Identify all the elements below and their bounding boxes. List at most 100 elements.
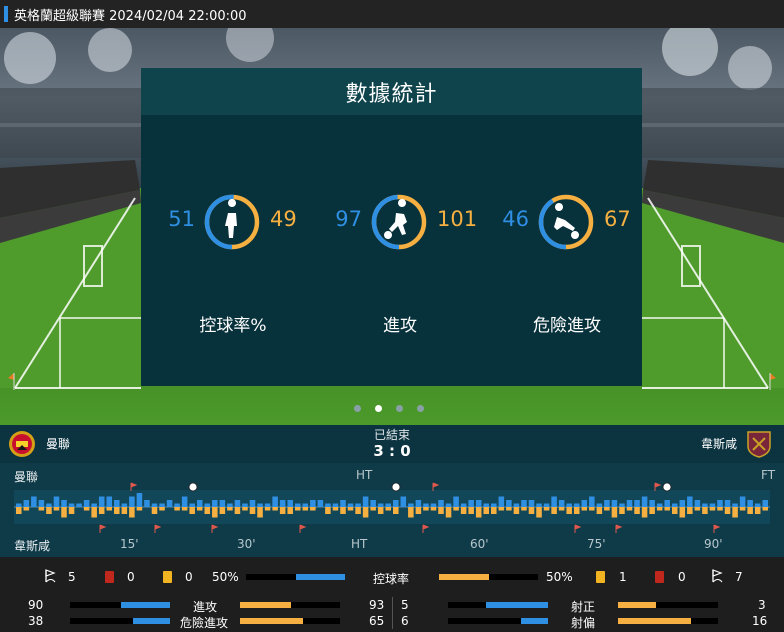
away-momentum-bar: [114, 507, 120, 514]
home-momentum-bar: [438, 500, 444, 507]
away-momentum-bar: [287, 507, 293, 514]
away-momentum-bar: [249, 507, 256, 514]
summary-divider: [392, 597, 393, 629]
home-momentum-bar: [181, 496, 188, 507]
away-shots-on-target-bar: [618, 602, 718, 608]
away-momentum-bar: [385, 507, 391, 511]
home-shots-off-target-bar: [448, 618, 548, 624]
away-momentum-bar: [279, 507, 286, 514]
attack-label: 進攻: [193, 600, 218, 614]
away-momentum-bar: [16, 507, 22, 514]
bar-fill: [618, 602, 656, 608]
away-momentum-bar: [23, 507, 30, 511]
home-possession-bar: [246, 574, 345, 580]
away-momentum-bar: [438, 507, 444, 514]
home-momentum-bar: [204, 503, 211, 507]
match-title: 英格蘭超級聯賽 2024/02/04 22:00:00: [14, 8, 247, 24]
carousel-dot[interactable]: [354, 405, 361, 412]
possession-label: 控球率: [373, 572, 410, 586]
yellow-card-icon: [596, 571, 605, 583]
dangerous-attack-label: 危險進攻: [180, 616, 229, 630]
away-momentum-bar: [641, 507, 648, 518]
away-momentum-bar: [294, 507, 301, 511]
away-momentum-bar: [264, 507, 271, 511]
goal-ball-icon: [662, 482, 672, 492]
home-momentum-bar: [558, 500, 565, 507]
home-momentum-bar: [453, 496, 459, 507]
away-momentum-bar: [325, 507, 331, 514]
home-momentum-bar: [739, 496, 746, 507]
away-momentum-bar: [234, 507, 241, 514]
away-shots-off-target-value: 16: [752, 614, 768, 628]
away-momentum-bar: [724, 507, 731, 514]
stat-attack: 97 101 進攻: [317, 193, 477, 336]
away-dangerous-attack-value: 65: [369, 614, 385, 628]
away-momentum-bar: [159, 507, 165, 511]
home-momentum-bar: [521, 500, 527, 507]
home-momentum-bar: [53, 496, 60, 507]
corner-flag-icon: [130, 482, 138, 491]
away-momentum-bar: [491, 507, 497, 514]
bar-fill: [439, 574, 489, 580]
home-momentum-bar: [83, 500, 90, 507]
scoreboard: 曼聯 已結束 3 : 0 韋斯咸: [0, 425, 784, 463]
away-momentum-bar: [408, 507, 414, 518]
home-momentum-bar: [234, 500, 241, 507]
stats-panel-title: 數據統計: [345, 81, 438, 107]
away-momentum-bar: [581, 507, 588, 511]
yellow-card-icon: [163, 571, 172, 583]
away-attack-bar: [240, 602, 340, 608]
away-momentum-bar: [717, 507, 723, 511]
home-attack-value: 90: [28, 598, 44, 612]
home-momentum-bar: [506, 500, 512, 507]
away-momentum-bar: [702, 507, 708, 514]
away-momentum-bar: [694, 507, 701, 511]
home-momentum-bar: [106, 496, 113, 507]
away-team-name[interactable]: 韋斯咸: [701, 435, 737, 452]
home-momentum-bar: [114, 500, 120, 507]
away-momentum-bar: [521, 507, 527, 511]
away-momentum-bar: [709, 507, 716, 511]
away-momentum-bar: [649, 507, 655, 514]
corner-flag-icon: [654, 482, 662, 491]
away-momentum-bar: [453, 507, 459, 511]
carousel-dot-active[interactable]: [375, 405, 382, 412]
away-momentum-bar: [189, 507, 195, 514]
home-momentum-bar: [61, 500, 67, 507]
player-figure: [554, 203, 580, 239]
away-corners-value: 7: [735, 570, 743, 584]
home-momentum-bar: [423, 503, 429, 507]
header-accent: [4, 6, 8, 22]
away-possession-bar: [439, 574, 538, 580]
away-momentum-bar: [61, 507, 67, 518]
home-momentum-bar: [302, 503, 309, 507]
home-momentum-bar: [679, 500, 686, 507]
away-momentum-bar: [762, 507, 768, 511]
bar-fill: [618, 618, 691, 624]
timeline-ht-marker: HT: [356, 468, 373, 482]
away-momentum-bar: [513, 507, 520, 514]
home-momentum-bar: [619, 503, 625, 507]
away-momentum-bar: [506, 507, 512, 511]
home-momentum-bar: [724, 500, 731, 507]
home-momentum-bar: [129, 496, 135, 507]
home-momentum-bar: [687, 496, 693, 507]
home-momentum-bar: [626, 500, 633, 507]
timeline-away-label: 韋斯咸: [14, 539, 51, 553]
stat-home-value: 97: [335, 207, 362, 231]
home-possession-value: 50%: [212, 570, 239, 584]
home-momentum-bar: [732, 503, 738, 507]
home-momentum-bar: [611, 500, 618, 507]
home-momentum-bar: [227, 503, 233, 507]
away-shots-on-target-value: 3: [758, 598, 766, 612]
carousel-dot[interactable]: [417, 405, 424, 412]
away-momentum-bar: [498, 507, 505, 511]
home-momentum-bar: [347, 503, 354, 507]
stat-label: 危險進攻: [533, 316, 601, 336]
home-momentum-bar: [287, 500, 293, 507]
away-momentum-bar: [536, 507, 542, 518]
home-momentum-bar: [475, 500, 482, 507]
timeline-tick: 60': [470, 537, 489, 551]
away-momentum-bar: [340, 507, 346, 514]
carousel-dot[interactable]: [396, 405, 403, 412]
